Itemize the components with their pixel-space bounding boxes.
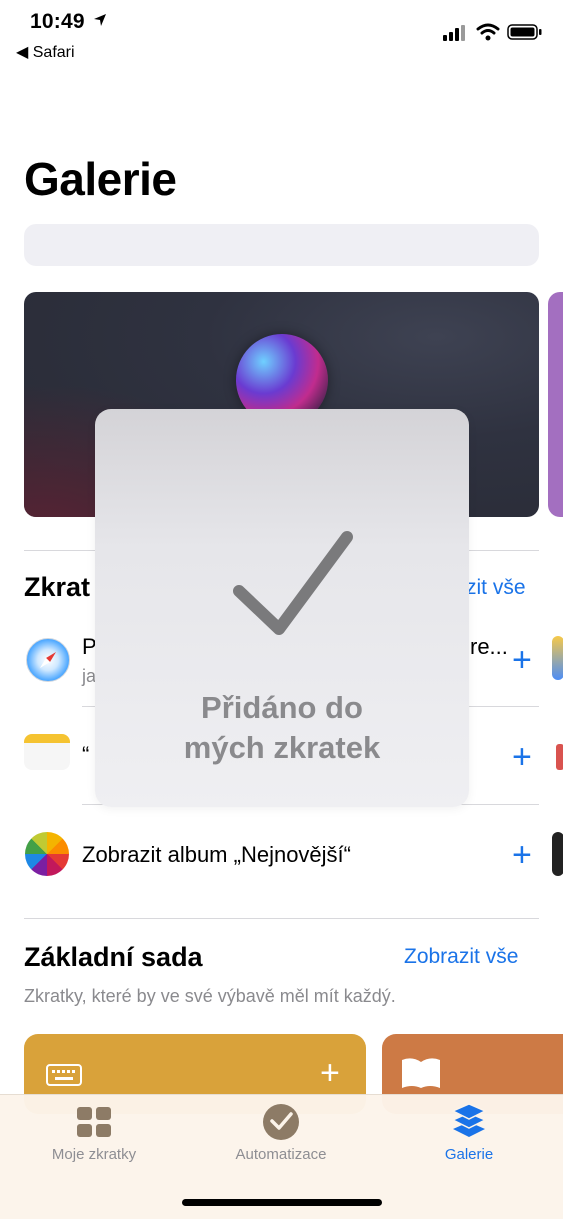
divider <box>24 918 539 919</box>
add-card-button[interactable]: + <box>320 1056 340 1090</box>
status-icons <box>443 22 543 44</box>
book-icon <box>402 1058 440 1088</box>
wifi-icon <box>476 23 500 41</box>
safari-icon <box>26 638 70 682</box>
tab-gallery[interactable]: Galerie <box>399 1146 539 1163</box>
confirmation-message: Přidáno do mých zkratek <box>95 688 469 768</box>
cellular-signal-icon <box>443 25 465 41</box>
search-input[interactable] <box>24 224 539 266</box>
automation-icon[interactable] <box>262 1103 300 1141</box>
shortcut-subtitle: ja <box>82 666 97 686</box>
confirmation-line1: Přidáno do <box>201 690 363 725</box>
status-time: 10:49 <box>30 10 107 34</box>
add-shortcut-button[interactable]: + <box>512 740 532 774</box>
notes-icon <box>24 734 70 770</box>
shortcut-title-end: re... <box>470 634 508 659</box>
location-arrow-icon <box>93 14 106 26</box>
featured-card-next[interactable] <box>548 292 563 517</box>
shortcut-title: “ <box>82 742 90 767</box>
my-shortcuts-icon[interactable] <box>76 1104 112 1140</box>
battery-icon <box>507 24 542 40</box>
tab-automation[interactable]: Automatizace <box>211 1146 351 1163</box>
add-shortcut-button[interactable]: + <box>512 643 532 677</box>
back-to-safari-link[interactable]: ◀ Safari <box>16 42 75 62</box>
confirmation-line2: mých zkratek <box>183 730 381 765</box>
photos-icon <box>25 832 69 876</box>
section-title: Základní sada <box>24 942 203 972</box>
home-indicator <box>182 1199 382 1206</box>
section-title: Zkrat <box>24 572 91 602</box>
tab-my-shortcuts[interactable]: Moje zkratky <box>24 1146 164 1163</box>
section-subtitle: Zkratky, které by ve své výbavě měl mít … <box>24 986 396 1006</box>
see-all-link[interactable]: Zobrazit vše <box>404 945 518 969</box>
next-item-icon <box>552 636 563 680</box>
keyboard-icon <box>46 1064 82 1086</box>
add-shortcut-button[interactable]: + <box>512 838 532 872</box>
page-title: Galerie <box>24 153 177 205</box>
gallery-icon[interactable] <box>450 1102 488 1140</box>
next-item-icon <box>552 832 563 876</box>
next-item-icon <box>556 744 563 770</box>
shortcut-title: Zobrazit album „Nejnovější“ <box>82 842 351 867</box>
see-all-link[interactable]: zit vše <box>466 576 526 600</box>
checkmark-icon <box>233 531 353 635</box>
